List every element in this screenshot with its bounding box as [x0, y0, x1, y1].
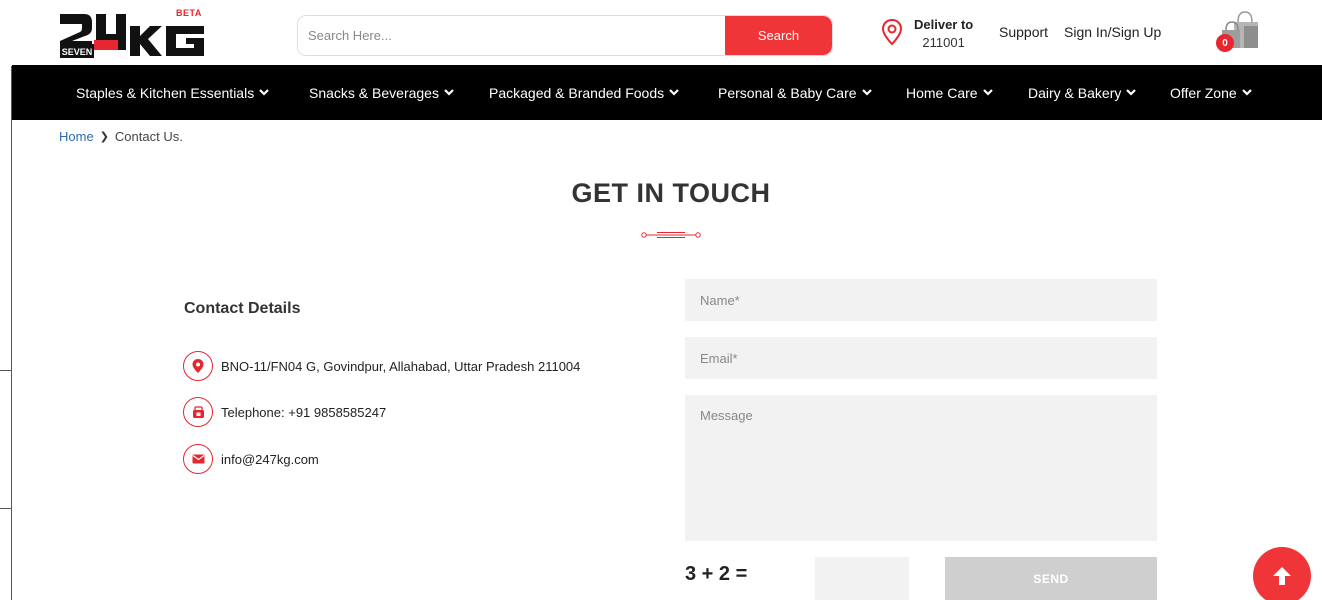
envelope-icon	[183, 444, 213, 474]
beta-label: BETA	[176, 8, 202, 18]
map-marker-icon	[183, 351, 213, 381]
nav-item-label: Dairy & Bakery	[1028, 84, 1122, 101]
signin-link[interactable]: Sign In/Sign Up	[1064, 24, 1161, 40]
rail-tick	[0, 370, 12, 371]
category-nav: Staples & Kitchen Essentials Snacks & Be…	[12, 65, 1322, 120]
nav-item-label: Snacks & Beverages	[309, 84, 439, 101]
chevron-down-icon	[861, 89, 872, 96]
chevron-down-icon	[669, 89, 679, 96]
chevron-right-icon: ❯	[99, 131, 109, 143]
deliver-title: Deliver to	[914, 17, 974, 32]
deliver-to[interactable]: Deliver to 211001	[880, 16, 973, 52]
nav-item-staples[interactable]: Staples & Kitchen Essentials	[76, 65, 269, 120]
chevron-down-icon	[444, 89, 454, 96]
nav-item-packaged-foods[interactable]: Packaged & Branded Foods	[489, 65, 679, 120]
nav-item-snacks[interactable]: Snacks & Beverages	[309, 65, 454, 120]
support-link[interactable]: Support	[999, 24, 1048, 40]
search-input[interactable]	[298, 16, 725, 55]
cart-button[interactable]: 0	[1214, 10, 1266, 56]
contact-telephone-text: Telephone: +91 9858585247	[221, 404, 387, 420]
location-pin-icon	[881, 18, 903, 46]
contact-email: info@247kg.com	[183, 444, 319, 474]
chevron-down-icon	[982, 89, 993, 96]
chevron-down-icon	[1126, 89, 1137, 96]
search-button[interactable]: Search	[725, 16, 832, 55]
send-button[interactable]: SEND	[945, 557, 1157, 600]
page-title: GET IN TOUCH	[571, 178, 771, 208]
deliver-pincode: 211001	[922, 35, 965, 50]
email-field[interactable]	[685, 337, 1157, 379]
nav-item-label: Packaged & Branded Foods	[489, 84, 665, 101]
nav-item-label: Staples & Kitchen Essentials	[76, 84, 255, 101]
contact-address-text: BNO-11/FN04 G, Govindpur, Allahabad, Utt…	[221, 358, 581, 374]
nav-item-dairy-bakery[interactable]: Dairy & Bakery	[1028, 65, 1137, 120]
nav-item-offer-zone[interactable]: Offer Zone	[1170, 65, 1252, 120]
nav-item-label: Personal & Baby Care	[718, 84, 857, 101]
contact-details-heading: Contact Details	[184, 300, 301, 317]
nav-item-personal-baby-care[interactable]: Personal & Baby Care	[718, 65, 872, 120]
svg-text:SEVEN: SEVEN	[62, 47, 93, 57]
contact-telephone: Telephone: +91 9858585247	[183, 397, 386, 427]
breadcrumb: Home ❯ Contact Us.	[59, 129, 183, 144]
cart-count-badge: 0	[1216, 34, 1234, 52]
left-rail	[0, 0, 12, 600]
contact-address: BNO-11/FN04 G, Govindpur, Allahabad, Utt…	[183, 351, 580, 381]
arrow-up-icon	[1273, 567, 1291, 585]
captcha-question: 3 + 2 =	[685, 563, 748, 585]
phone-icon	[183, 397, 213, 427]
nav-item-label: Offer Zone	[1170, 84, 1237, 101]
site-header: SEVEN BETA Search Deliver to 211001 Supp…	[0, 0, 1322, 66]
nav-item-home-care[interactable]: Home Care	[906, 65, 993, 120]
message-field[interactable]	[685, 395, 1157, 541]
contact-email-text[interactable]: info@247kg.com	[221, 452, 319, 467]
breadcrumb-current: Contact Us.	[114, 129, 183, 144]
captcha-answer-input[interactable]	[815, 557, 909, 600]
rail-tick	[0, 508, 12, 509]
nav-item-label: Home Care	[906, 84, 978, 101]
breadcrumb-home-link[interactable]: Home	[59, 129, 94, 144]
search-bar: Search	[297, 15, 833, 56]
chevron-down-icon	[1241, 89, 1252, 96]
name-field[interactable]	[685, 279, 1157, 321]
title-divider-ornament	[641, 232, 701, 238]
scroll-to-top-button[interactable]	[1253, 547, 1311, 600]
deliver-text: Deliver to 211001	[914, 16, 973, 52]
chevron-down-icon	[259, 89, 269, 96]
